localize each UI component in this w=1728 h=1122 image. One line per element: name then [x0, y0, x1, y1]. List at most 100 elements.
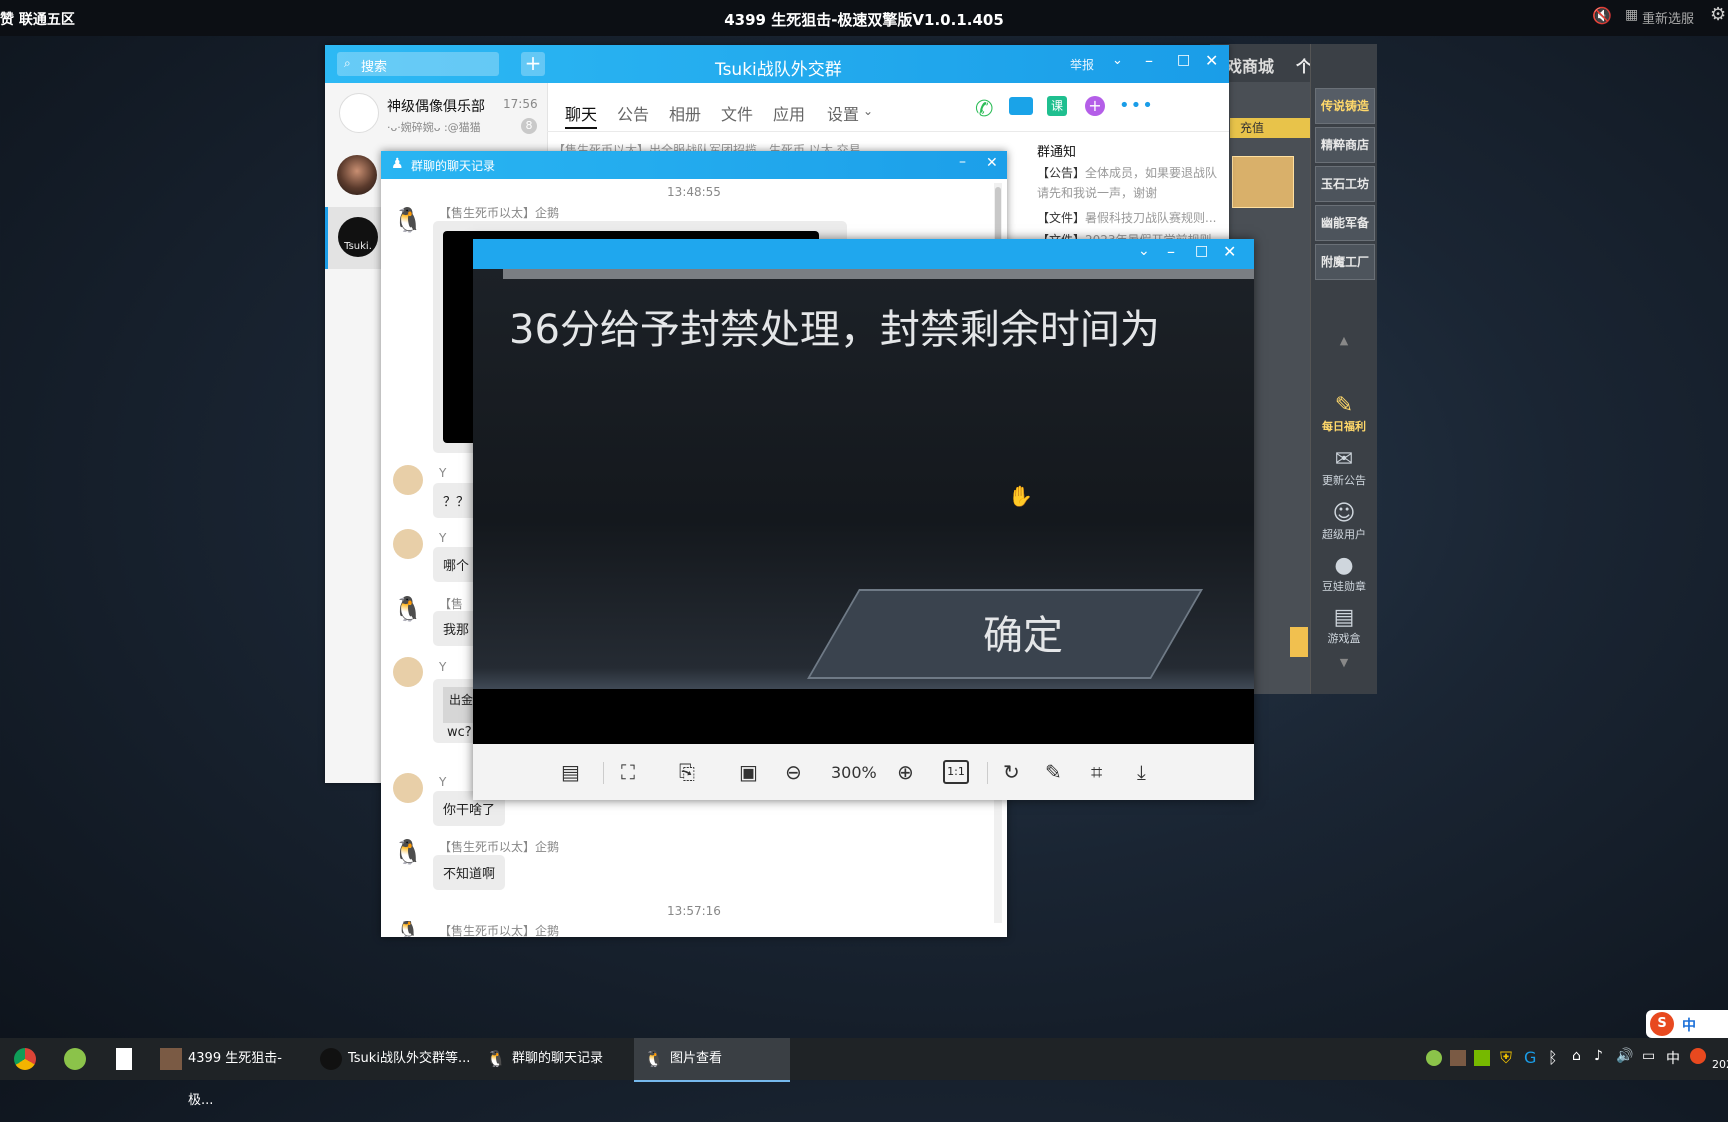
report-button[interactable]: 举报 — [1070, 56, 1094, 73]
chevron-down-icon[interactable]: ⌄ — [863, 104, 873, 118]
nvidia-icon[interactable] — [1474, 1050, 1490, 1066]
add-button[interactable]: + — [521, 52, 545, 76]
sender-name: Y — [439, 531, 447, 545]
shield-icon[interactable]: ⛨ — [1500, 1048, 1512, 1068]
user-icon: ☺ — [1332, 501, 1356, 526]
ocr-icon[interactable]: ⛶ — [621, 760, 635, 784]
crop-icon[interactable]: ⌗ — [1091, 760, 1102, 784]
ime-mode[interactable]: 中 — [1682, 1015, 1696, 1035]
game-side-menu: 传说铸造 精粹商店 玉石工坊 幽能军备 附魔工厂 ▲ ✎ 每日福利 ✉ 更新公告 ☺… — [1310, 44, 1377, 694]
maximize-button[interactable]: □ — [1195, 243, 1208, 259]
conversation-name: 神级偶像俱乐部 — [387, 99, 485, 115]
taskbar-item-qq-group[interactable]: Tsuki战队外交群等... — [316, 1038, 471, 1080]
recharge-button[interactable]: 充值 — [1230, 118, 1310, 138]
image-toolbar: ▤ ⛶ ⎘ ▣ ⊖ 300% ⊕ 1:1 ↻ ✎ ⌗ ⤓ — [473, 744, 1254, 800]
network-icon[interactable]: ▭ — [1642, 1048, 1655, 1064]
tab-apps[interactable]: 应用 — [773, 101, 805, 125]
mic-icon[interactable]: ♪ — [1594, 1048, 1603, 1064]
notice-item[interactable]: 【公告】全体成员，如果要退战队请先和我说一声，谢谢 — [1037, 163, 1223, 203]
class-icon[interactable]: 课 — [1047, 96, 1067, 116]
tray-icon[interactable] — [1450, 1050, 1466, 1066]
video-icon[interactable] — [1009, 97, 1033, 115]
mute-icon[interactable]: 🔇 — [1592, 6, 1612, 25]
scroll-down-icon[interactable]: ▼ — [1311, 656, 1377, 669]
conversation-item[interactable]: 神级偶像俱乐部 17:56 ·ᴗ·婉碎婉ᴗ :@猫猫 8 — [325, 83, 547, 145]
download-icon[interactable]: ⤓ — [1137, 760, 1146, 784]
add-app-icon[interactable]: + — [1085, 96, 1105, 116]
divider — [987, 762, 988, 784]
search-input[interactable]: ⌕ 搜索 — [337, 52, 499, 76]
tab-shop[interactable]: 戏商城 — [1226, 53, 1274, 77]
avatar: 🐧 — [393, 205, 423, 235]
sender-name: 【售生死币以太】企鹅 — [439, 840, 560, 854]
update-notice-button[interactable]: ✉ 更新公告 — [1311, 448, 1377, 488]
chrome-icon[interactable] — [14, 1048, 36, 1070]
reselect-server-button[interactable]: 重新选服 — [1642, 8, 1694, 27]
close-button[interactable]: ✕ — [986, 155, 998, 171]
rotate-icon[interactable]: ↻ — [1003, 760, 1020, 784]
reward-tag — [1290, 627, 1308, 657]
ime-label[interactable]: 中 — [1666, 1048, 1680, 1068]
avatar — [393, 657, 423, 687]
game-title-bar: 赞 联通五区 4399 生死狙击-极速双擎版V1.0.1.405 🔇 ▦ 重新选… — [0, 0, 1728, 36]
qq-penguin-icon: ♟ — [391, 156, 404, 172]
medal-button[interactable]: ● 豆娃勋章 — [1311, 554, 1377, 594]
usb-icon[interactable]: ⌂ — [1572, 1048, 1581, 1064]
menu-essence-shop[interactable]: 精粹商店 — [1315, 127, 1375, 163]
close-button[interactable]: ✕ — [1205, 51, 1218, 70]
zoom-level: 300% — [831, 763, 877, 782]
sender-name: Y — [439, 466, 447, 480]
notice-item[interactable]: 【文件】暑假科技刀战队赛规则... — [1037, 209, 1223, 226]
tab-files[interactable]: 文件 — [721, 101, 753, 125]
translate-icon[interactable]: ⎘ — [679, 760, 695, 784]
gear-icon[interactable]: ⚙ — [1710, 4, 1726, 25]
avatar — [393, 465, 423, 495]
tab-chat[interactable]: 聊天 — [565, 101, 597, 125]
sogou-icon: S — [1650, 1012, 1674, 1036]
volume-icon[interactable]: 🔊 — [1616, 1048, 1633, 1064]
chevron-down-icon[interactable]: ⌄ — [1138, 243, 1150, 259]
clock[interactable]: 202 — [1712, 1058, 1728, 1071]
minimize-button[interactable]: – — [1167, 242, 1175, 261]
timestamp: 13:57:16 — [667, 904, 721, 918]
maximize-button[interactable]: □ — [1177, 52, 1190, 68]
super-user-button[interactable]: ☺ 超级用户 — [1311, 502, 1377, 542]
ime-toolbar[interactable]: S 中 — [1646, 1010, 1728, 1038]
tab-announcement[interactable]: 公告 — [617, 101, 649, 125]
layout-icon[interactable]: ▤ — [561, 760, 580, 784]
menu-arms[interactable]: 幽能军备 — [1315, 205, 1375, 241]
divider — [603, 762, 604, 784]
game-box-button[interactable]: ▤ 游戏盒 — [1311, 606, 1377, 646]
tray-icon[interactable] — [1426, 1050, 1442, 1066]
chevron-down-icon[interactable]: ⌄ — [1112, 53, 1123, 68]
taskbar-item-game[interactable]: 4399 生死狙击-极... — [156, 1038, 306, 1108]
edit-icon[interactable]: ✎ — [1045, 760, 1062, 784]
minimize-button[interactable]: – — [1145, 51, 1153, 70]
tab-settings[interactable]: 设置 — [827, 101, 859, 125]
scroll-up-icon[interactable]: ▲ — [1311, 334, 1377, 347]
sogou-icon[interactable] — [1690, 1048, 1706, 1064]
message-text: wc? — [447, 725, 472, 740]
file-icon[interactable] — [116, 1048, 132, 1070]
taskbar-item-image-viewer[interactable]: 🐧 图片查看 — [634, 1038, 790, 1082]
phone-icon[interactable]: ✆ — [975, 97, 993, 122]
tab-album[interactable]: 相册 — [669, 101, 701, 125]
taskbar-item-chat-record[interactable]: 🐧 群聊的聊天记录 — [480, 1038, 630, 1080]
zoom-in-icon[interactable]: ⊕ — [897, 760, 914, 784]
image-canvas[interactable]: 36分给予封禁处理，封禁剩余时间为 确定 ✋ — [473, 269, 1254, 744]
menu-jade-workshop[interactable]: 玉石工坊 — [1315, 166, 1375, 202]
more-icon[interactable]: ••• — [1119, 95, 1154, 116]
minimize-button[interactable]: – — [959, 154, 966, 170]
actual-size-button[interactable]: 1:1 — [943, 760, 969, 784]
menu-enchant[interactable]: 附魔工厂 — [1315, 244, 1375, 280]
close-button[interactable]: ✕ — [1223, 242, 1236, 261]
g-icon[interactable]: G — [1524, 1048, 1536, 1067]
fit-screen-icon[interactable]: ▣ — [739, 760, 758, 784]
bluetooth-icon[interactable]: ᛒ — [1548, 1048, 1558, 1067]
daily-welfare-button[interactable]: ✎ 每日福利 — [1311, 394, 1377, 434]
app-icon[interactable] — [64, 1048, 86, 1070]
menu-legend-forge[interactable]: 传说铸造 — [1315, 88, 1375, 124]
game-icon — [160, 1048, 182, 1070]
zoom-out-icon[interactable]: ⊖ — [785, 760, 802, 784]
sender-name: 【售生死币以太】企鹅 — [439, 924, 560, 938]
